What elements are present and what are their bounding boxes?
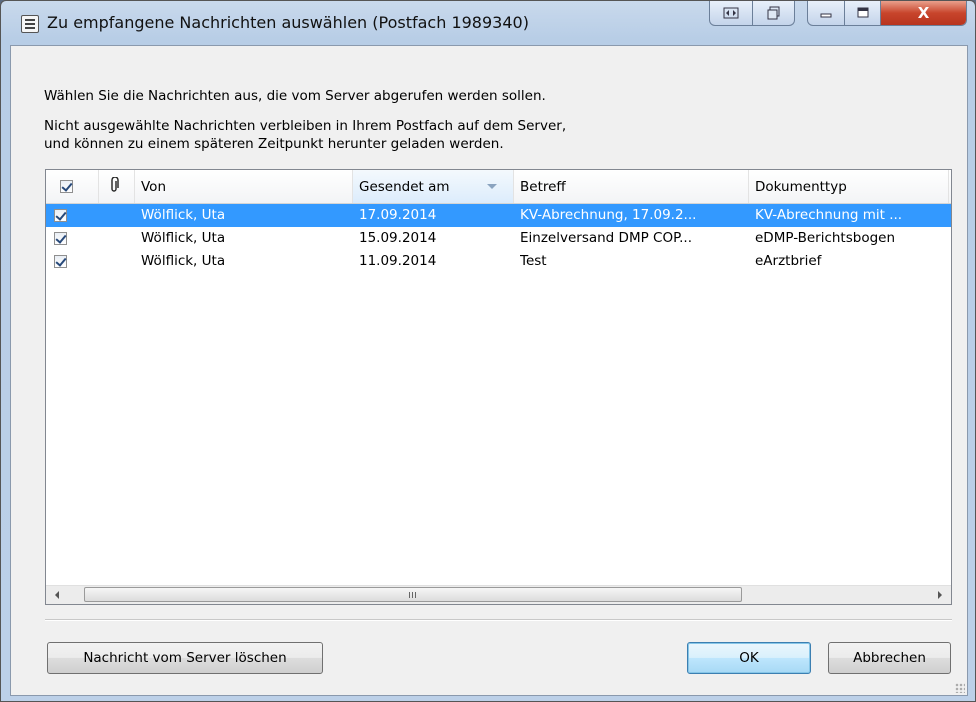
scroll-left-icon[interactable] bbox=[48, 586, 66, 604]
column-header-betreff[interactable]: Betreff bbox=[514, 170, 749, 203]
description-line-1: Wählen Sie die Nachrichten aus, die vom … bbox=[44, 88, 546, 104]
message-list[interactable]: Von Gesendet am Betreff Dokumenttyp Wölf… bbox=[45, 169, 952, 605]
table-row[interactable]: Wölflick, Uta 17.09.2014 KV-Abrechnung, … bbox=[46, 204, 951, 227]
minimize-icon[interactable] bbox=[808, 1, 844, 25]
row-checkbox[interactable] bbox=[54, 232, 67, 245]
title-bar[interactable]: Zu empfangene Nachrichten auswählen (Pos… bbox=[1, 1, 975, 45]
column-header-von[interactable]: Von bbox=[135, 170, 353, 203]
cell-von: Wölflick, Uta bbox=[141, 253, 226, 269]
cell-betreff: Einzelversand DMP COP... bbox=[520, 230, 692, 246]
delete-from-server-button[interactable]: Nachricht vom Server löschen bbox=[47, 642, 323, 674]
column-header-gesendet[interactable]: Gesendet am bbox=[353, 170, 514, 203]
header-select-all[interactable] bbox=[46, 170, 99, 203]
cell-von: Wölflick, Uta bbox=[141, 207, 226, 223]
cell-betreff: KV-Abrechnung, 17.09.2... bbox=[520, 207, 697, 223]
cell-von: Wölflick, Uta bbox=[141, 230, 226, 246]
sort-descending-icon bbox=[487, 184, 497, 189]
column-header-gesendet-label: Gesendet am bbox=[359, 178, 450, 195]
row-checkbox[interactable] bbox=[54, 255, 67, 268]
cell-gesendet: 17.09.2014 bbox=[359, 207, 437, 223]
close-icon[interactable]: X bbox=[880, 1, 966, 25]
column-header-dokumenttyp[interactable]: Dokumenttyp bbox=[749, 170, 949, 203]
window-controls: X bbox=[807, 1, 967, 26]
column-header-attachment[interactable] bbox=[99, 170, 135, 203]
table-row[interactable]: Wölflick, Uta 11.09.2014 Test eArztbrief bbox=[46, 250, 951, 273]
select-all-checkbox[interactable] bbox=[60, 180, 73, 193]
cell-dokumenttyp: eArztbrief bbox=[755, 253, 822, 269]
cell-gesendet: 11.09.2014 bbox=[359, 253, 437, 269]
scrollbar-thumb[interactable] bbox=[84, 587, 742, 602]
horizontal-scrollbar[interactable] bbox=[46, 585, 951, 604]
app-window-icon bbox=[21, 15, 39, 33]
dialog-window: Zu empfangene Nachrichten auswählen (Pos… bbox=[0, 0, 976, 702]
scroll-right-icon[interactable] bbox=[931, 586, 949, 604]
cell-dokumenttyp: KV-Abrechnung mit ... bbox=[755, 207, 903, 223]
table-row[interactable]: Wölflick, Uta 15.09.2014 Einzelversand D… bbox=[46, 227, 951, 250]
cell-dokumenttyp: eDMP-Berichtsbogen bbox=[755, 230, 896, 246]
resize-grip-icon[interactable] bbox=[955, 683, 965, 693]
cell-betreff: Test bbox=[520, 253, 547, 269]
paperclip-icon bbox=[110, 175, 119, 197]
restore-view-icon[interactable] bbox=[752, 1, 794, 25]
list-header: Von Gesendet am Betreff Dokumenttyp bbox=[46, 170, 951, 204]
window-title: Zu empfangene Nachrichten auswählen (Pos… bbox=[47, 13, 529, 32]
divider bbox=[45, 619, 952, 621]
nav-arrows-icon[interactable] bbox=[710, 1, 752, 25]
extra-title-buttons bbox=[709, 1, 795, 26]
description-line-3: und können zu einem späteren Zeitpunkt h… bbox=[44, 136, 504, 152]
cancel-button[interactable]: Abbrechen bbox=[828, 642, 951, 674]
ok-button[interactable]: OK bbox=[687, 642, 811, 674]
row-checkbox[interactable] bbox=[54, 209, 67, 222]
dialog-client-area: Wählen Sie die Nachrichten aus, die vom … bbox=[10, 45, 968, 696]
maximize-icon[interactable] bbox=[844, 1, 880, 25]
cell-gesendet: 15.09.2014 bbox=[359, 230, 437, 246]
grip-icon bbox=[409, 592, 418, 598]
description-line-2: Nicht ausgewählte Nachrichten verbleiben… bbox=[44, 118, 567, 134]
